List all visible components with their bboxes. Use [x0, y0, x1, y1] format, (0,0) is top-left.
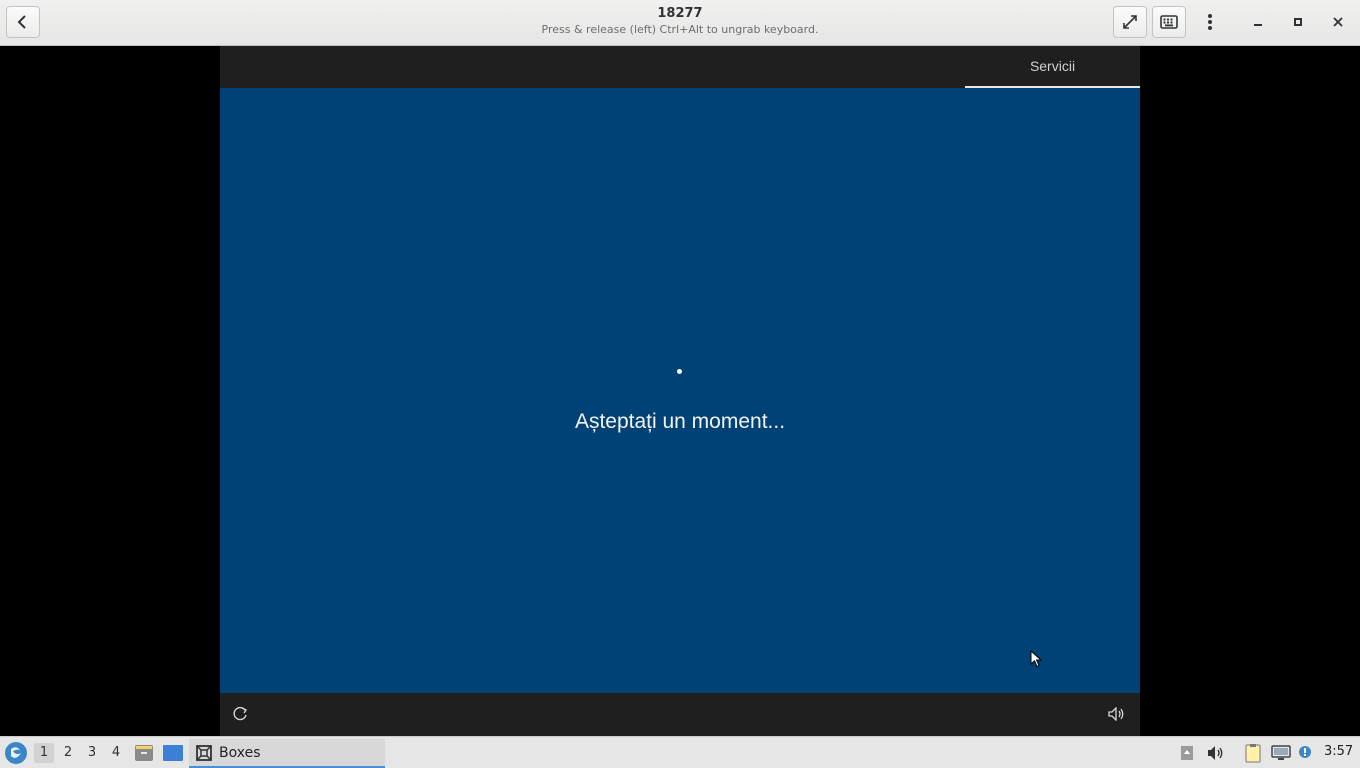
vm-display[interactable]: Servicii Așteptați un moment...	[0, 46, 1360, 736]
vertical-dots-icon	[1208, 14, 1212, 30]
workspace-2[interactable]: 2	[58, 743, 78, 763]
fullscreen-icon	[1123, 15, 1137, 29]
clipboard-icon	[1245, 744, 1261, 763]
clock[interactable]: 3:57	[1324, 744, 1353, 759]
tray-network[interactable]	[1270, 743, 1292, 763]
task-label: Boxes	[219, 744, 261, 761]
loading-spinner	[677, 369, 682, 374]
workspace-4[interactable]: 4	[106, 743, 126, 763]
mouse-cursor-icon	[1030, 650, 1042, 668]
minimize-icon	[1254, 24, 1262, 26]
wait-message: Așteptați un moment...	[574, 410, 786, 433]
tab-servicii: Servicii	[965, 46, 1140, 88]
ease-of-access-icon[interactable]	[232, 706, 250, 722]
close-icon	[1333, 17, 1343, 27]
keyboard-icon	[1160, 15, 1178, 29]
menu-button[interactable]	[1193, 6, 1227, 38]
keyboard-button[interactable]	[1152, 6, 1186, 38]
volume-icon[interactable]	[1108, 707, 1126, 721]
task-boxes[interactable]: Boxes	[189, 739, 385, 768]
minimize-button[interactable]	[1246, 10, 1270, 34]
header-bar: 18277 Press & release (left) Ctrl+Alt to…	[0, 0, 1360, 46]
vm-top-bar: Servicii	[220, 46, 1140, 88]
maximize-icon	[1294, 18, 1302, 26]
workspace-1[interactable]: 1	[34, 743, 54, 763]
boxes-app-icon	[196, 744, 212, 761]
show-desktop-icon[interactable]	[162, 744, 184, 762]
arrow-up-icon	[1181, 746, 1193, 760]
start-menu-icon[interactable]	[4, 741, 28, 765]
speaker-icon	[1208, 746, 1223, 760]
vm-bottom-bar	[220, 693, 1140, 736]
vm-screen[interactable]: Servicii Așteptați un moment...	[220, 46, 1140, 736]
file-manager-icon[interactable]	[134, 743, 154, 763]
taskbar: 1 2 3 4 Boxes 3:57	[0, 736, 1360, 768]
tray-expander[interactable]	[1178, 743, 1196, 763]
maximize-button[interactable]	[1286, 10, 1310, 34]
close-button[interactable]	[1326, 10, 1350, 34]
fullscreen-button[interactable]	[1113, 6, 1147, 38]
tray-clipboard[interactable]	[1243, 743, 1263, 763]
workspace-3[interactable]: 3	[82, 743, 102, 763]
network-icon	[1271, 745, 1291, 760]
tray-volume[interactable]	[1206, 743, 1226, 763]
tray-updates[interactable]	[1296, 743, 1314, 763]
update-notification-icon	[1299, 746, 1311, 758]
